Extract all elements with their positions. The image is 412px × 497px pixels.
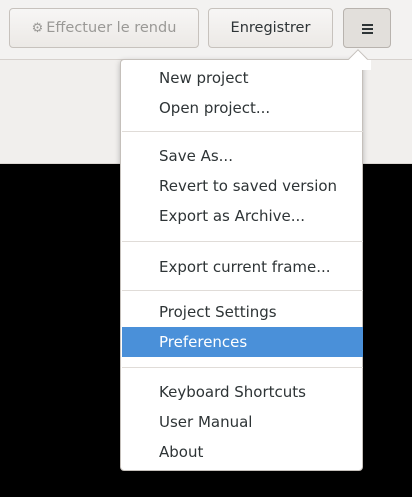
- save-button[interactable]: Enregistrer: [208, 8, 333, 48]
- header-bar: ⚙ Effectuer le rendu Enregistrer: [0, 0, 412, 60]
- menu-item-open-project[interactable]: Open project...: [122, 93, 363, 123]
- menu-item-export-archive[interactable]: Export as Archive...: [122, 201, 363, 231]
- render-button-label: Effectuer le rendu: [46, 20, 177, 36]
- menu-item-user-manual[interactable]: User Manual: [122, 407, 363, 437]
- render-button[interactable]: ⚙ Effectuer le rendu: [9, 8, 199, 48]
- menu-separator: [122, 290, 363, 291]
- main-menu-popover: New project Open project... Save As... R…: [120, 59, 363, 471]
- save-button-label: Enregistrer: [230, 20, 311, 36]
- menu-item-keyboard-shortcuts[interactable]: Keyboard Shortcuts: [122, 377, 363, 407]
- menu-separator: [122, 131, 363, 132]
- main-menu-button[interactable]: [343, 8, 391, 48]
- menu-item-new-project[interactable]: New project: [122, 63, 363, 93]
- hamburger-icon: [361, 23, 373, 34]
- menu-item-about[interactable]: About: [122, 437, 363, 467]
- menu-item-save-as[interactable]: Save As...: [122, 141, 363, 171]
- menu-item-export-frame[interactable]: Export current frame...: [122, 252, 363, 282]
- menu-item-project-settings[interactable]: Project Settings: [122, 297, 363, 327]
- menu-pointer-cover: [345, 60, 371, 70]
- menu-separator: [122, 241, 363, 242]
- menu-item-revert[interactable]: Revert to saved version: [122, 171, 363, 201]
- render-gear-icon: ⚙: [31, 20, 44, 36]
- menu-item-preferences[interactable]: Preferences: [122, 327, 363, 357]
- menu-separator: [122, 367, 363, 368]
